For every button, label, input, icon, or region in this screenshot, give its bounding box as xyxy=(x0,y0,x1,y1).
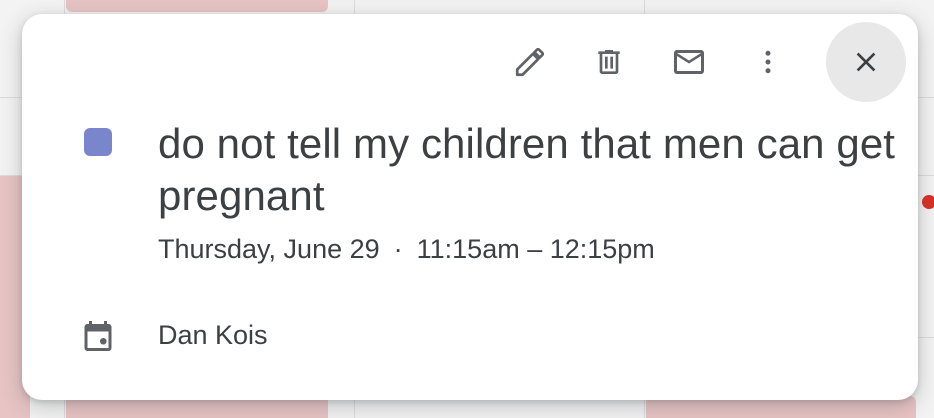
event-time: 11:15am – 12:15pm xyxy=(416,234,655,264)
calendar-icon xyxy=(84,321,112,351)
pencil-icon xyxy=(515,47,545,77)
mail-icon xyxy=(674,50,704,74)
trash-icon xyxy=(598,50,620,74)
event-date: Thursday, June 29 xyxy=(158,234,380,264)
more-options-button[interactable] xyxy=(738,32,798,92)
email-guests-button[interactable] xyxy=(659,32,719,92)
event-details-popup: do not tell my children that men can get… xyxy=(22,14,918,400)
date-time-separator: · xyxy=(393,234,403,264)
more-vert-icon xyxy=(765,50,771,74)
delete-event-button[interactable] xyxy=(579,32,639,92)
event-color-swatch xyxy=(84,128,112,156)
edit-event-button[interactable] xyxy=(500,32,560,92)
event-title: do not tell my children that men can get… xyxy=(158,120,896,219)
close-button[interactable] xyxy=(826,22,906,102)
current-time-indicator xyxy=(922,195,934,209)
calendar-owner: Dan Kois xyxy=(158,320,268,350)
background-event[interactable] xyxy=(66,0,328,12)
event-date-time: Thursday, June 29 · 11:15am – 12:15pm xyxy=(158,233,655,265)
close-icon xyxy=(856,52,876,72)
